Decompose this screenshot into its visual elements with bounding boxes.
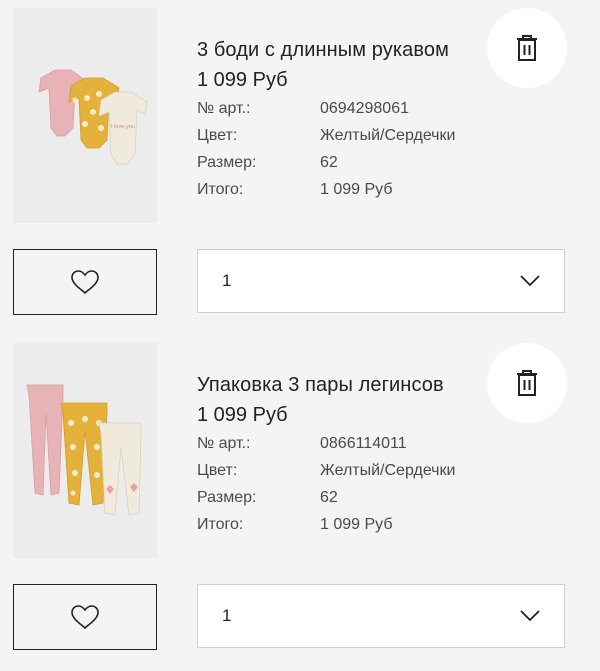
product-image-leggings[interactable] — [13, 343, 157, 558]
product-title[interactable]: Упаковка 3 пары легинсов — [197, 374, 444, 397]
favorite-button[interactable] — [13, 249, 157, 315]
heart-icon — [71, 605, 99, 630]
color-label: Цвет: — [197, 127, 238, 144]
trash-icon — [517, 370, 537, 396]
favorite-button[interactable] — [13, 584, 157, 650]
product-details: № арт.: 0866114011 Цвет: Желтый/Сердечки… — [197, 435, 455, 543]
chevron-down-icon — [520, 275, 540, 287]
color-label: Цвет: — [197, 462, 238, 479]
total-value: 1 099 Руб — [320, 516, 393, 533]
size-row: Размер: 62 — [197, 489, 455, 516]
product-image-bodysuits[interactable]: I love you — [13, 8, 157, 223]
article-value: 0694298061 — [320, 100, 409, 117]
product-price: 1 099 Руб — [197, 69, 288, 91]
article-label: № арт.: — [197, 100, 251, 117]
quantity-value: 1 — [222, 606, 232, 625]
trash-icon — [517, 35, 537, 61]
total-label: Итого: — [197, 516, 244, 533]
article-value: 0866114011 — [320, 435, 407, 452]
color-value: Желтый/Сердечки — [320, 462, 456, 479]
color-value: Желтый/Сердечки — [320, 127, 456, 144]
size-row: Размер: 62 — [197, 154, 455, 181]
leggings-illustration — [26, 384, 142, 516]
total-row: Итого: 1 099 Руб — [197, 181, 455, 208]
size-label: Размер: — [197, 489, 257, 506]
article-label: № арт.: — [197, 435, 251, 452]
bodysuits-illustration: I love you — [38, 69, 148, 165]
total-value: 1 099 Руб — [320, 181, 393, 198]
pink-bodysuit — [38, 69, 86, 137]
yellow-leggings — [60, 402, 108, 506]
size-value: 62 — [320, 489, 338, 506]
chevron-down-icon — [520, 610, 540, 622]
heart-icon — [71, 270, 99, 295]
product-details: № арт.: 0694298061 Цвет: Желтый/Сердечки… — [197, 100, 455, 208]
delete-button[interactable] — [487, 343, 567, 423]
quantity-value: 1 — [222, 271, 232, 290]
color-row: Цвет: Желтый/Сердечки — [197, 462, 455, 489]
article-row: № арт.: 0866114011 — [197, 435, 455, 462]
product-title[interactable]: 3 боди с длинным рукавом — [197, 39, 449, 62]
pink-leggings — [26, 384, 64, 496]
size-value: 62 — [320, 154, 338, 171]
quantity-select[interactable]: 1 — [197, 584, 565, 648]
color-row: Цвет: Желтый/Сердечки — [197, 127, 455, 154]
total-label: Итого: — [197, 181, 244, 198]
delete-button[interactable] — [487, 8, 567, 88]
quantity-select[interactable]: 1 — [197, 249, 565, 313]
total-row: Итого: 1 099 Руб — [197, 516, 455, 543]
bodysuit-print-text: I love you — [111, 124, 135, 130]
cream-leggings — [98, 422, 142, 516]
product-price: 1 099 Руб — [197, 404, 288, 426]
size-label: Размер: — [197, 154, 257, 171]
article-row: № арт.: 0694298061 — [197, 100, 455, 127]
